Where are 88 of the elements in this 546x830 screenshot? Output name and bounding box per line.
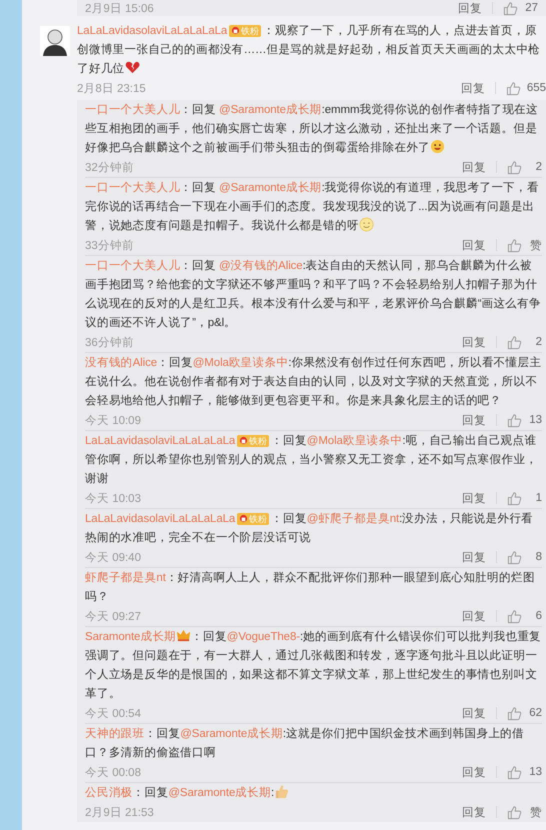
reply-text: LaLaLavidasolaviLaLaLaLaLa 铁粉 ：回复@Mola欧皇读条中:呃，自己输出自己观点谁管你啊，所以希望你也别管别人的观点，当小警察又无工资拿，还不如写点寒假作业，谢谢: [85, 434, 538, 487]
like-count: 13: [528, 414, 542, 426]
reply-link[interactable]: 回复: [462, 334, 486, 350]
reply-text: 虾爬子都是臭nt：好清高啊人上人，群众不配批评你们那种一眼望到底心知肚明的烂图吗？: [85, 570, 536, 605]
username-link[interactable]: 公民消极: [85, 787, 133, 799]
like-count: 2: [534, 336, 542, 348]
mention-link[interactable]: @Saramonte成长期: [219, 104, 322, 116]
reply-text: 公民消极：回复@Saramonte成长期:: [85, 784, 542, 803]
username-link[interactable]: LaLaLavidasolaviLaLaLaLaLa: [85, 435, 236, 447]
like-count: 6: [534, 610, 542, 622]
thumbs-up-icon[interactable]: [507, 238, 522, 252]
reply-link[interactable]: 回复: [462, 238, 486, 252]
reply-link[interactable]: 回复: [458, 0, 482, 16]
like-count: 62: [528, 707, 542, 719]
username-link[interactable]: 一口一个大美人儿: [85, 182, 180, 194]
thumbs-up-icon[interactable]: [503, 0, 518, 16]
username-link[interactable]: Saramonte成长期: [85, 631, 176, 643]
thumbs-up-icon[interactable]: [507, 334, 522, 350]
timestamp: 今天 09:40: [85, 550, 141, 564]
comment-text: LaLaLavidasolaviLaLaLaLaLa 铁粉 ：观察了一下，几乎所有在骂的人，点进去首页，原创微博里一张自己的的画都没有……但是骂的就是好起劲，相反首页天天画画的太太中枪了好几位: [77, 23, 542, 77]
thumbs-up-emoji-icon: [274, 784, 290, 799]
like-count: 1: [534, 492, 542, 504]
reply-link[interactable]: 回复: [462, 608, 486, 624]
mention-link[interactable]: @Mola欧皇读条中: [192, 357, 288, 369]
fan-badge: 铁粉: [237, 512, 270, 525]
username-link[interactable]: 一口一个大美人儿: [85, 104, 180, 116]
like-count: 13: [528, 766, 542, 778]
timestamp: 今天 00:54: [85, 706, 141, 720]
reply-text: 一口一个大美人儿：回复 @Saramonte成长期:emmm我觉得你说的创作者特指了现在这些互相抱团的画手，他们确实唇亡齿寒，所以才这么激动，还扯出来了一个话题。但是好像把乌合麒麟这个之前被画手们带头狙击的倒霉蛋给排除在外了: [85, 102, 539, 156]
username-link[interactable]: LaLaLavidasolaviLaLaLaLaLa: [77, 25, 228, 37]
fan-badge: 铁粉: [229, 24, 262, 37]
thumbs-up-icon[interactable]: [506, 80, 521, 96]
reply-link[interactable]: 回复: [462, 160, 486, 174]
thumbs-up-icon[interactable]: [507, 490, 522, 506]
thumbs-up-icon[interactable]: [507, 550, 522, 564]
avatar: [40, 26, 70, 56]
reply-text: 一口一个大美人儿：回复 @Saramonte成长期:我觉得你说的有道理，我思考了一下，看完你说的话再结合一下现在小画手们的态度。我发现我没的说了...因为说画有问题是出警，说她态度有问题是扣帽子。我说什么都是错的呀: [85, 180, 540, 234]
mention-link[interactable]: @没有钱的Alice: [219, 260, 303, 272]
like-count: 赞: [529, 806, 542, 820]
username-link[interactable]: 天神的跟班: [85, 728, 145, 740]
thumbs-up-icon[interactable]: [507, 706, 522, 720]
timestamp: 今天 00:08: [85, 766, 141, 780]
username-link[interactable]: LaLaLavidasolaviLaLaLaLaLa: [85, 513, 236, 525]
reply-text: 没有钱的Alice：回复@Mola欧皇读条中:你果然没有创作过任何东西吧，所以看不懂层主在说什么。他在说创作者都有对于表达自由的认同，以及对文字狱的天然直觉，所以不会轻易地给他人扣帽子，能够做到更包容更平和。你是来具象化层主的话的吧？: [85, 355, 542, 409]
like-count: 赞: [529, 238, 542, 252]
timestamp: 33分钟前: [85, 238, 134, 252]
username-link[interactable]: 没有钱的Alice: [85, 357, 158, 369]
mention-link[interactable]: @Saramonte成长期: [180, 728, 283, 740]
timestamp: 今天 10:03: [85, 492, 141, 506]
grinning-face-icon: [430, 139, 446, 154]
username-link[interactable]: 虾爬子都是臭nt: [85, 572, 166, 584]
reply-text: 天神的跟班：回复@Saramonte成长期:这就是你们把中国织金技术画到韩国身上的借口？多清新的偷盗借口啊: [85, 726, 525, 761]
reply-link[interactable]: 回复: [462, 706, 486, 720]
timestamp: 36分钟前: [85, 336, 134, 350]
thumbs-up-icon[interactable]: [507, 160, 522, 174]
like-count: 655: [526, 82, 546, 94]
reply-link[interactable]: 回复: [462, 804, 486, 820]
like-count: 8: [534, 551, 542, 563]
timestamp: 2月8日 23:15: [77, 82, 146, 96]
reply-link[interactable]: 回复: [462, 550, 486, 564]
thumbs-up-icon[interactable]: [507, 608, 522, 624]
like-count: 2: [534, 161, 542, 173]
reply-link[interactable]: 回复: [460, 80, 485, 96]
reply-link[interactable]: 回复: [462, 490, 486, 506]
timestamp: 32分钟前: [85, 160, 134, 174]
timestamp: 今天 09:27: [85, 610, 141, 624]
timestamp: 2月9日 15:06: [85, 2, 154, 16]
reply-text: Saramonte成长期 ：回复@VogueThe8-:她的画到底有什么错误你们可以批判我也重复强调了。但问题在于，有一大群人，通过几张截图和转发，逐字逐句批斗且以此证明一个人立场是反华的是恨国的，如果这都不算文字狱文革，那上世纪发生的事情也别叫文革了。: [85, 628, 542, 704]
smiling-face-icon: [358, 217, 374, 232]
mention-link[interactable]: @Mola欧皇读条中: [306, 435, 402, 447]
username-link[interactable]: 一口一个大美人儿: [85, 260, 180, 272]
reply-link[interactable]: 回复: [462, 764, 486, 780]
thumbs-up-icon[interactable]: [507, 804, 522, 820]
reply-link[interactable]: 回复: [462, 412, 486, 428]
mention-link[interactable]: @虾爬子都是臭nt: [306, 513, 400, 525]
crown-icon: [176, 628, 192, 643]
thumbs-up-icon[interactable]: [507, 412, 522, 428]
mention-link[interactable]: @VogueThe8-: [226, 631, 300, 643]
mention-link[interactable]: @Saramonte成长期: [168, 787, 271, 799]
broken-heart-icon: [124, 60, 140, 75]
like-count: 27: [524, 2, 538, 14]
thumbs-up-icon[interactable]: [507, 764, 522, 780]
reply-text: 一口一个大美人儿：回复 @没有钱的Alice:表达自由的天然认同，那乌合麒麟为什么被画手抱团骂？给他套的文字狱还不够严重吗？和平了吗？不会轻易给别人扣帽子那为什么说现在的反对的人是红卫兵。根本没有什么爱与和平，老累评价乌合麒麟“画这么有争议的画还不许人说了”，p&l。: [85, 258, 542, 331]
timestamp: 今天 10:09: [85, 414, 141, 428]
timestamp: 2月9日 21:53: [85, 806, 154, 820]
mention-link[interactable]: @Saramonte成长期: [219, 182, 322, 194]
reply-text: LaLaLavidasolaviLaLaLaLaLa 铁粉 ：回复@虾爬子都是臭nt:没办法，只能说是外行看热闹的水准吧，完全不在一个阶层没话可说: [85, 512, 534, 546]
fan-badge: 铁粉: [237, 434, 270, 447]
